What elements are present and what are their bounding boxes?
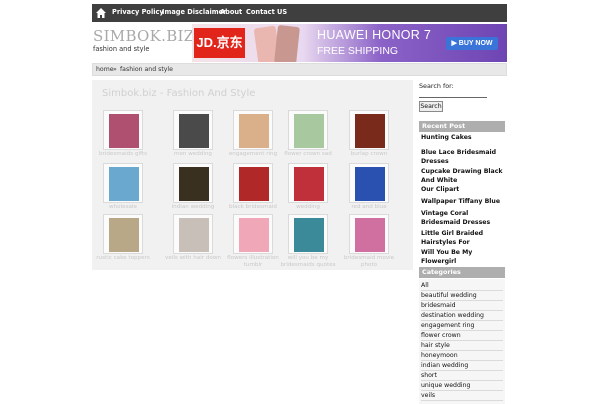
nav-image-disclaimer[interactable]: Image Disclaimer	[162, 8, 226, 16]
recent-post-link[interactable]: Our Clipart	[421, 185, 507, 194]
ad-buy-now-button[interactable]: ▶ BUY NOW	[446, 37, 498, 50]
nav-privacy-policy[interactable]: Privacy Policy	[112, 8, 164, 16]
home-icon[interactable]	[95, 7, 107, 19]
thumbnail-caption[interactable]: bridesmaids gifts	[95, 151, 151, 158]
recent-post-link[interactable]: Vintage Coral Bridesmaid Dresses	[421, 209, 507, 227]
thumbnail[interactable]	[173, 110, 213, 150]
thumbnail-image	[239, 218, 269, 252]
thumbnail[interactable]	[103, 214, 143, 254]
thumbnail[interactable]	[349, 214, 389, 254]
recent-post-heading: Recent Post	[419, 121, 505, 132]
site-title[interactable]: SIMBOK.BIZ	[93, 27, 195, 45]
recent-post-link[interactable]: Wallpaper Tiffany Blue	[421, 197, 507, 206]
thumbnail-caption[interactable]: red and blue	[341, 204, 397, 211]
thumbnail-caption[interactable]: flower crown sad	[280, 151, 336, 158]
breadcrumb-current[interactable]: fashion and style	[120, 66, 173, 73]
search-input[interactable]	[419, 90, 487, 98]
thumbnail-caption[interactable]: veils with hair down	[165, 255, 221, 262]
recent-post-link[interactable]: Will You Be My Flowergirl	[421, 248, 507, 266]
category-link[interactable]: destination wedding	[421, 311, 503, 321]
breadcrumb-separator: »	[113, 66, 117, 73]
thumbnail[interactable]	[288, 110, 328, 150]
category-link[interactable]: engagement ring	[421, 321, 503, 331]
category-link[interactable]: honeymoon	[421, 351, 503, 361]
thumbnail-caption[interactable]: flowers illustration tumblr	[225, 255, 281, 269]
thumbnail[interactable]	[288, 214, 328, 254]
thumbnail[interactable]	[233, 110, 273, 150]
category-link[interactable]: indian wedding	[421, 361, 503, 371]
ad-subheadline: FREE SHIPPING	[317, 45, 399, 57]
site-tagline: fashion and style	[93, 45, 150, 53]
thumbnail-image	[109, 114, 139, 148]
thumbnail-caption[interactable]: men wedding	[165, 151, 221, 158]
category-link[interactable]: hair style	[421, 341, 503, 351]
recent-post-link[interactable]: Hunting Cakes	[421, 133, 507, 142]
thumbnail-image	[179, 114, 209, 148]
thumbnail[interactable]	[349, 163, 389, 203]
thumbnail-image	[109, 218, 139, 252]
thumbnail[interactable]	[288, 163, 328, 203]
thumbnail[interactable]	[173, 163, 213, 203]
thumbnail[interactable]	[103, 163, 143, 203]
top-nav: Privacy Policy Image Disclaimer About Co…	[92, 4, 507, 22]
ad-logo: JD.京东	[194, 28, 245, 58]
thumbnail-image	[294, 218, 324, 252]
thumbnail[interactable]	[103, 110, 143, 150]
ad-headline: HUAWEI HONOR 7	[317, 28, 432, 42]
categories-heading: Categories	[419, 267, 505, 278]
thumbnail-image	[239, 114, 269, 148]
category-link[interactable]: flower crown	[421, 331, 503, 341]
main-content: Simbok.biz - Fashion And Style bridesmai…	[92, 80, 413, 270]
thumbnail-caption[interactable]: indian wedding	[165, 204, 221, 211]
thumbnail-caption[interactable]: will you be my bridesmaids quotes	[280, 255, 336, 269]
thumbnail-caption[interactable]: wholesale	[95, 204, 151, 211]
page-title: Simbok.biz - Fashion And Style	[102, 88, 256, 99]
thumbnail-image	[294, 167, 324, 201]
thumbnail-caption[interactable]: engagement ring	[225, 151, 281, 158]
category-link[interactable]: short	[421, 371, 503, 381]
nav-contact-us[interactable]: Contact US	[246, 8, 287, 16]
breadcrumb-home[interactable]: home	[96, 66, 114, 73]
recent-post-link[interactable]: Blue Lace Bridesmaid Dresses	[421, 148, 507, 166]
thumbnail[interactable]	[233, 163, 273, 203]
search-label: Search for:	[419, 82, 454, 90]
thumbnail-caption[interactable]: rustic cake toppers	[95, 255, 151, 262]
category-link[interactable]: beautiful wedding	[421, 291, 503, 301]
search-button[interactable]: Search	[419, 101, 443, 112]
thumbnail-caption[interactable]: black bridesmaid	[225, 204, 281, 211]
recent-post-link[interactable]: Cupcake Drawing Black And White	[421, 167, 507, 185]
thumbnail-image	[109, 167, 139, 201]
thumbnail[interactable]	[173, 214, 213, 254]
thumbnail-image	[355, 218, 385, 252]
category-link[interactable]: unique wedding	[421, 381, 503, 391]
thumbnail-caption[interactable]: burlap crown	[341, 151, 397, 158]
thumbnail-image	[355, 167, 385, 201]
thumbnail-image	[355, 114, 385, 148]
thumbnail-image	[294, 114, 324, 148]
thumbnail-caption[interactable]: wedding	[280, 204, 336, 211]
nav-about[interactable]: About	[220, 8, 242, 16]
thumbnail-image	[179, 218, 209, 252]
thumbnail-image	[179, 167, 209, 201]
category-link[interactable]: All	[421, 281, 503, 291]
recent-post-link[interactable]: Little Girl Braided Hairstyles For	[421, 229, 507, 247]
ad-banner[interactable]: JD.京东 HUAWEI HONOR 7 FREE SHIPPING ▶ BUY…	[192, 24, 507, 62]
thumbnail-image	[239, 167, 269, 201]
thumbnail[interactable]	[233, 214, 273, 254]
category-link[interactable]: bridesmaid	[421, 301, 503, 311]
breadcrumb: home » fashion and style	[92, 63, 507, 76]
ad-phone-image	[274, 24, 300, 62]
thumbnail-caption[interactable]: bridesmaid movie photo	[341, 255, 397, 269]
thumbnail[interactable]	[349, 110, 389, 150]
